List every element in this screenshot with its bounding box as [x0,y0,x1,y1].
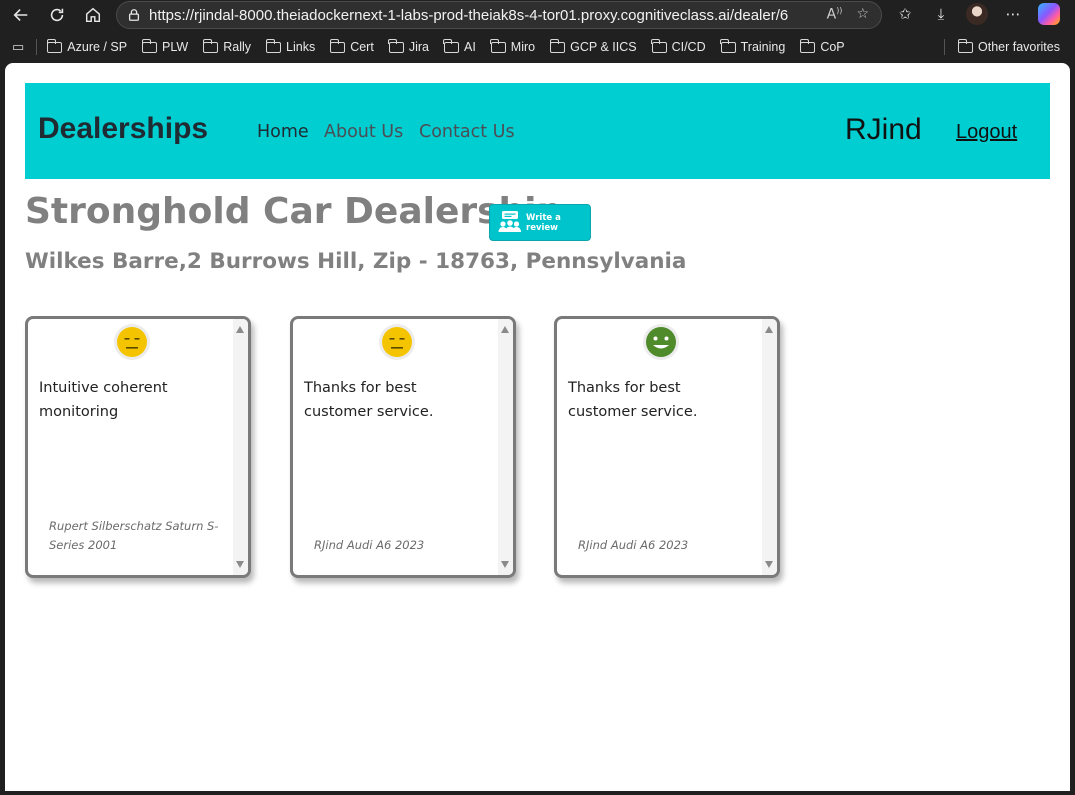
bookmark-label: PLW [162,40,189,54]
profile-avatar[interactable] [965,2,989,26]
scroll-up-icon[interactable] [236,326,244,333]
nav-home[interactable]: Home [257,122,309,142]
folder-icon [46,38,63,53]
avatar [966,3,988,25]
folder-icon [490,38,506,53]
card-scrollbar[interactable] [762,319,777,575]
bookmark-label: Cert [350,40,374,54]
neutral-face-icon [379,324,415,360]
nav-contact-us[interactable]: Contact Us [419,122,515,142]
nav-about-us[interactable]: About Us [324,122,403,142]
home-button[interactable] [80,2,106,28]
other-favorites-folder[interactable]: Other favorites [957,38,1060,54]
url-text: https://rjindal-8000.theiadockernext-1-l… [149,6,789,24]
address-bar-actions: A)) ☆ [827,6,869,23]
card-scrollbar[interactable] [498,319,513,575]
scroll-up-icon[interactable] [501,326,509,333]
page-viewport: Dealerships Home About Us Contact Us RJi… [5,63,1070,791]
bookmark-label: Training [740,40,786,54]
site-navbar: Dealerships Home About Us Contact Us RJi… [25,83,1050,179]
brand-title[interactable]: Dealerships [38,112,208,146]
scroll-down-icon[interactable] [236,561,244,568]
bookmark-folder[interactable]: GCP & IICS [549,38,637,54]
bookmark-label: Azure / SP [67,40,128,54]
more-icon[interactable]: ⋯ [1001,2,1025,26]
address-bar[interactable]: https://rjindal-8000.theiadockernext-1-l… [116,1,882,29]
folder-icon [720,38,736,53]
card-scrollbar[interactable] [233,319,248,575]
review-card: Thanks for best customer service. RJind … [554,316,780,578]
bookmark-folder[interactable]: CI/CD [651,38,706,54]
folder-icon [799,38,816,53]
reviewer-info: Rupert Silberschatz Saturn S-Series 2001 [49,519,219,552]
write-review-label: Write a review [526,212,561,233]
review-text: Thanks for best customer service. [568,380,698,420]
dealer-name: Stronghold Car Dealership [25,191,563,232]
folder-icon [549,38,566,53]
bookmark-label: Miro [510,40,536,54]
bookmark-folder[interactable]: Cert [329,38,374,54]
bookmark-folder[interactable]: AI [443,38,476,54]
bookmark-folder[interactable]: Jira [388,38,429,54]
bookmark-separator [944,39,945,55]
user-name: RJind [845,113,922,146]
bookmark-folder[interactable]: Links [265,38,316,54]
toolbar-right: ✩ ⤓ ⋯ [893,2,1061,26]
bookmark-separator [36,39,38,55]
scroll-down-icon[interactable] [501,561,509,568]
copilot-logo [1038,3,1060,25]
bookmark-label: Rally [223,40,252,54]
bookmark-label: Links [286,40,316,54]
bookmarks-bar: ▭ Azure / SP PLW Rally Links Cert Jira A… [0,34,1075,60]
smiling-face-icon [643,324,679,360]
review-card: Intuitive coherent monitoring Rupert Sil… [25,316,251,578]
folder-icon [388,38,404,53]
folder-icon [651,38,667,53]
bookmark-folder[interactable]: Training [720,38,786,54]
bookmark-label: Jira [408,40,429,54]
review-text: Intuitive coherent monitoring [39,380,168,420]
logout-link[interactable]: Logout [956,121,1017,144]
reviewer-info: RJind Audi A6 2023 [314,538,425,552]
scroll-up-icon[interactable] [765,326,773,333]
tab-actions-icon[interactable]: ▭ [12,39,24,55]
bookmark-label: GCP & IICS [570,40,637,54]
bookmark-label: CoP [820,40,845,54]
scroll-down-icon[interactable] [765,561,773,568]
folder-icon [957,38,973,53]
browser-toolbar: https://rjindal-8000.theiadockernext-1-l… [0,0,1075,30]
favorites-icon[interactable]: ✩ [893,2,917,26]
review-card: Thanks for best customer service. RJind … [290,316,516,578]
folder-icon [443,38,459,53]
bookmark-folder[interactable]: PLW [141,38,189,54]
read-aloud-icon[interactable]: A)) [827,6,843,23]
dealer-address: Wilkes Barre,2 Burrows Hill, Zip - 18763… [25,249,687,274]
bookmark-folder[interactable]: CoP [799,38,845,54]
folder-icon [329,38,346,53]
folder-icon [202,38,219,53]
review-text: Thanks for best customer service. [304,380,434,420]
home-icon [85,7,101,23]
lock-icon [128,9,140,21]
bookmark-label: CI/CD [671,40,706,54]
reload-icon [50,8,64,22]
back-button[interactable] [8,2,34,28]
bookmark-folder[interactable]: Miro [490,38,536,54]
download-icon[interactable]: ⤓ [929,2,953,26]
neutral-face-icon [114,324,150,360]
review-people-icon [498,210,521,232]
copilot-icon[interactable] [1037,2,1061,26]
write-review-button[interactable]: Write a review [489,204,591,241]
arrow-left-icon [13,9,28,21]
folder-icon [265,38,282,53]
reviewer-info: RJind Audi A6 2023 [578,538,689,552]
bookmark-folder[interactable]: Azure / SP [46,38,128,54]
bookmark-folder[interactable]: Rally [202,38,252,54]
bookmark-label: AI [463,40,476,54]
reload-button[interactable] [44,2,70,28]
bookmark-label: Other favorites [978,40,1060,54]
star-icon[interactable]: ☆ [856,6,869,23]
folder-icon [141,38,158,53]
